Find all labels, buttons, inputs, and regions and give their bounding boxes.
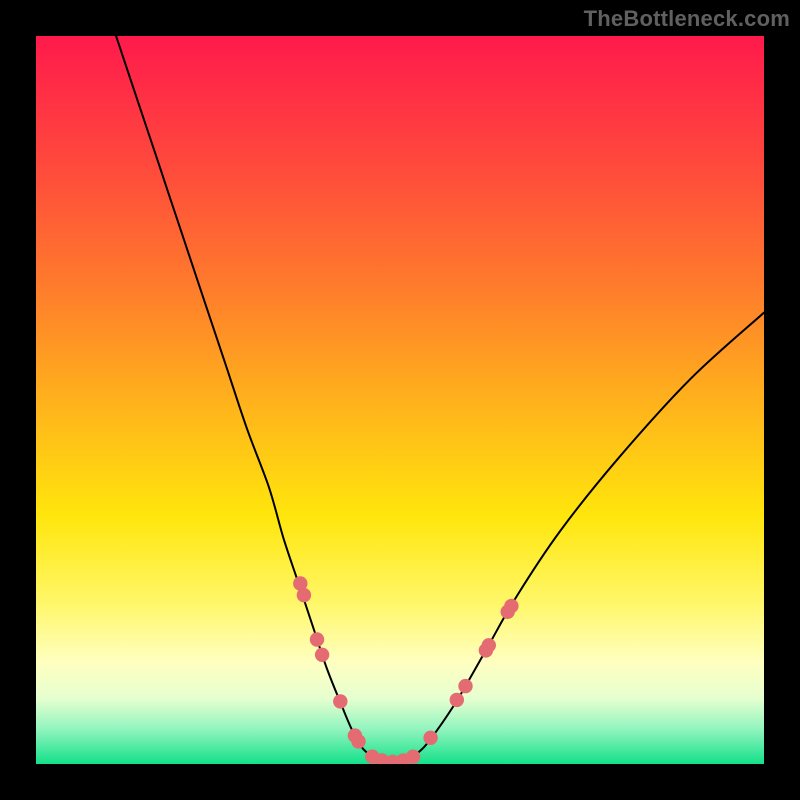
bottleneck-curve-path [116, 36, 764, 762]
highlight-dot [450, 693, 464, 707]
chart-frame: TheBottleneck.com [0, 0, 800, 800]
highlight-dot [351, 734, 365, 748]
highlight-dot [504, 599, 518, 613]
highlight-dot [423, 731, 437, 745]
highlight-dot [297, 588, 311, 602]
chart-svg [36, 36, 764, 764]
highlight-dot [458, 679, 472, 693]
plot-area [36, 36, 764, 764]
highlight-dot [482, 638, 496, 652]
highlight-dot [406, 750, 420, 764]
highlight-dot [315, 648, 329, 662]
highlight-dot [310, 632, 324, 646]
highlight-dot [333, 694, 347, 708]
watermark-text: TheBottleneck.com [584, 6, 790, 32]
